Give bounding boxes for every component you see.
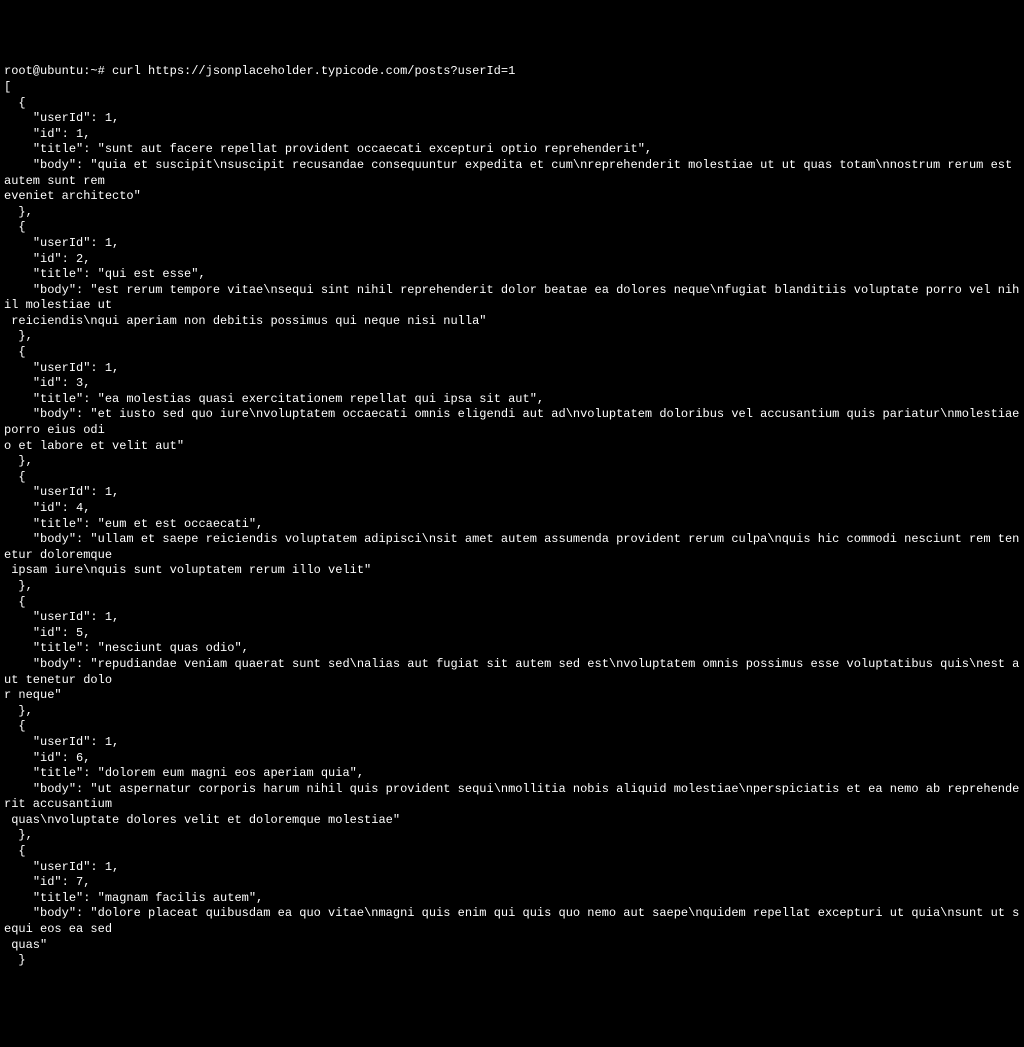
terminal-text: root@ubuntu:~# curl https://jsonplacehol… xyxy=(4,64,1024,967)
terminal-output[interactable]: root@ubuntu:~# curl https://jsonplacehol… xyxy=(4,64,1020,968)
